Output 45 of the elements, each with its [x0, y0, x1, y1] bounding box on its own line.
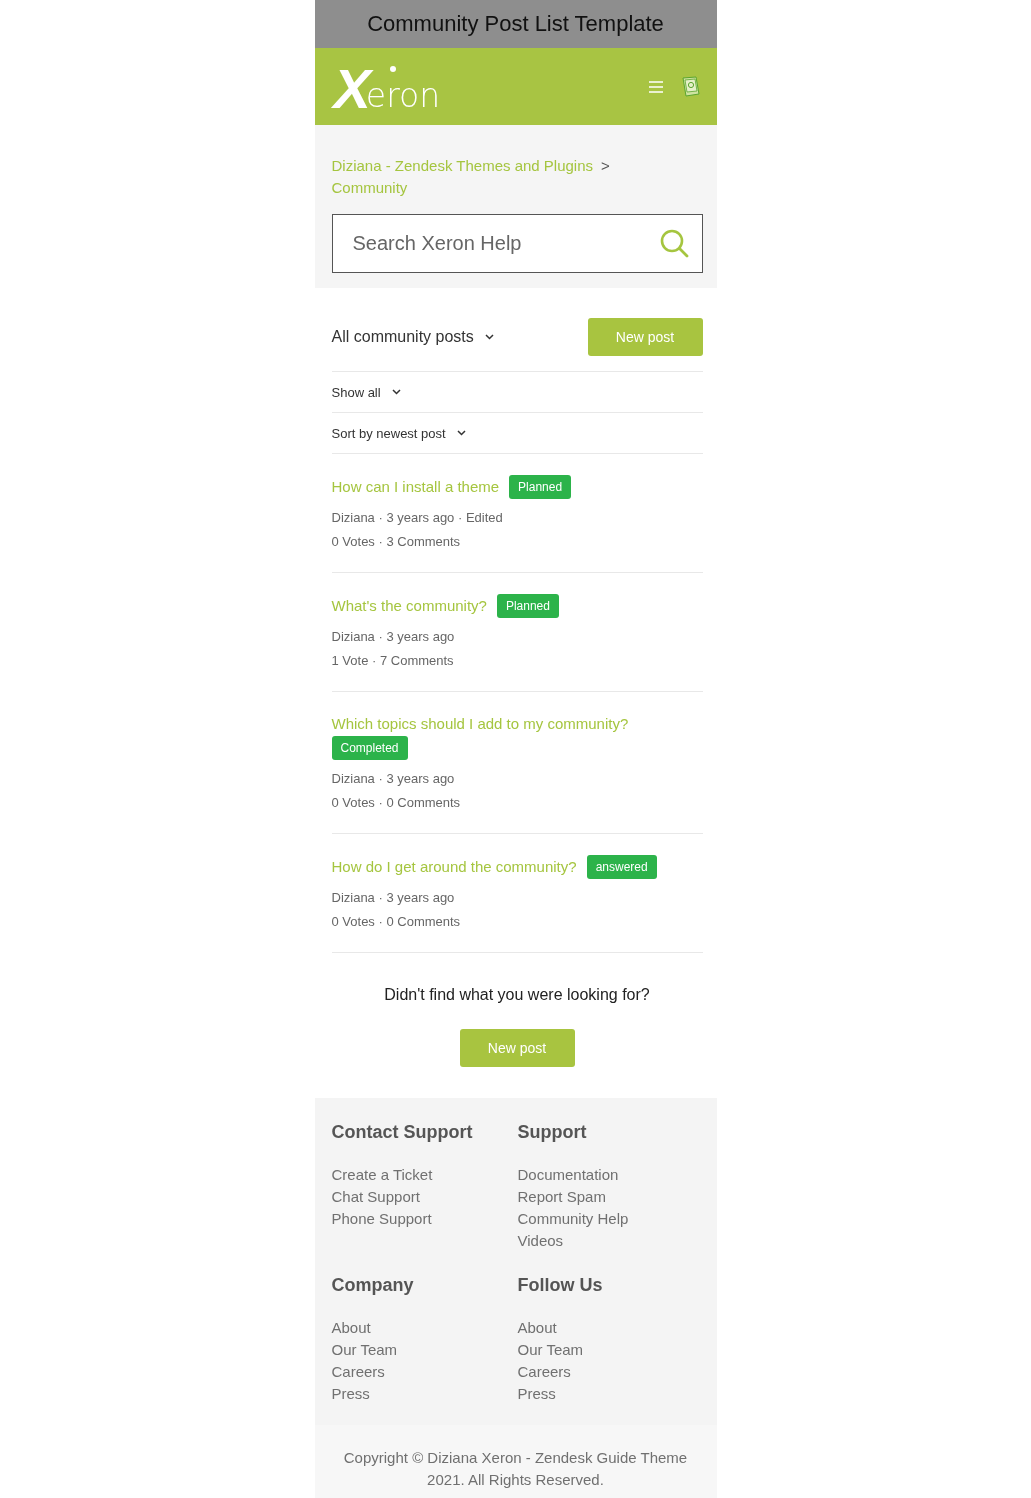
- posts-filter-dropdown[interactable]: All community posts: [331, 328, 494, 346]
- footer-link[interactable]: Videos: [517, 1230, 564, 1252]
- status-badge: Completed: [331, 736, 408, 760]
- footer-heading: Company: [331, 1274, 415, 1297]
- footer-link[interactable]: Careers: [331, 1361, 385, 1383]
- picture-icon[interactable]: [681, 76, 700, 97]
- footer-link[interactable]: Create a Ticket: [331, 1164, 433, 1186]
- footer-link[interactable]: Press: [331, 1383, 370, 1405]
- footer-link[interactable]: About: [331, 1317, 371, 1339]
- prompt-text: Didn't find what you were looking for?: [384, 985, 650, 1005]
- chevron-down-icon: [456, 430, 466, 436]
- copyright-text: Copyright © Diziana Xeron - Zendesk Guide Theme 2021. All Rights Reserved.: [342, 1448, 689, 1490]
- status-badge: Planned: [496, 594, 559, 618]
- footer-link[interactable]: Documentation: [517, 1164, 619, 1186]
- window-title: Community Post List Template: [367, 11, 664, 37]
- menu-icon[interactable]: [648, 80, 663, 93]
- breadcrumb-separator: >: [601, 156, 610, 176]
- filter-dropdown[interactable]: Sort by newest post: [331, 425, 466, 441]
- footer-heading: Follow Us: [517, 1274, 604, 1297]
- status-badge: answered: [586, 855, 657, 879]
- post-meta: Diziana · 3 years ago: [331, 770, 456, 788]
- chevron-down-icon: [391, 389, 401, 395]
- footer-link[interactable]: Phone Support: [331, 1208, 432, 1230]
- footer-link[interactable]: Chat Support: [331, 1186, 420, 1208]
- footer-link[interactable]: Careers: [517, 1361, 571, 1383]
- footer-link[interactable]: Report Spam: [517, 1186, 606, 1208]
- post-meta: Diziana · 3 years ago: [331, 628, 456, 646]
- footer-link[interactable]: About: [517, 1317, 557, 1339]
- footer-link[interactable]: Our Team: [517, 1339, 584, 1361]
- footer-heading: Support: [517, 1121, 588, 1144]
- post-stats: 1 Vote · 7 Comments: [331, 652, 455, 670]
- search-field[interactable]: Search Xeron Help: [331, 214, 703, 273]
- chevron-down-icon: [484, 334, 494, 340]
- post-meta: Diziana · 3 years ago: [331, 889, 456, 907]
- post-stats: 0 Votes · 0 Comments: [331, 794, 462, 812]
- post-stats: 0 Votes · 0 Comments: [331, 913, 462, 931]
- search-icon[interactable]: [659, 229, 689, 258]
- footer-link[interactable]: Our Team: [331, 1339, 398, 1361]
- post-stats: 0 Votes · 3 Comments: [331, 533, 462, 551]
- footer-link[interactable]: Press: [517, 1383, 556, 1405]
- footer-link[interactable]: Community Help: [517, 1208, 629, 1230]
- filter-dropdown[interactable]: Show all: [331, 384, 401, 400]
- status-badge: Planned: [509, 475, 572, 499]
- footer-heading: Contact Support: [331, 1121, 474, 1144]
- post-meta: Diziana · 3 years ago · Edited: [331, 509, 504, 527]
